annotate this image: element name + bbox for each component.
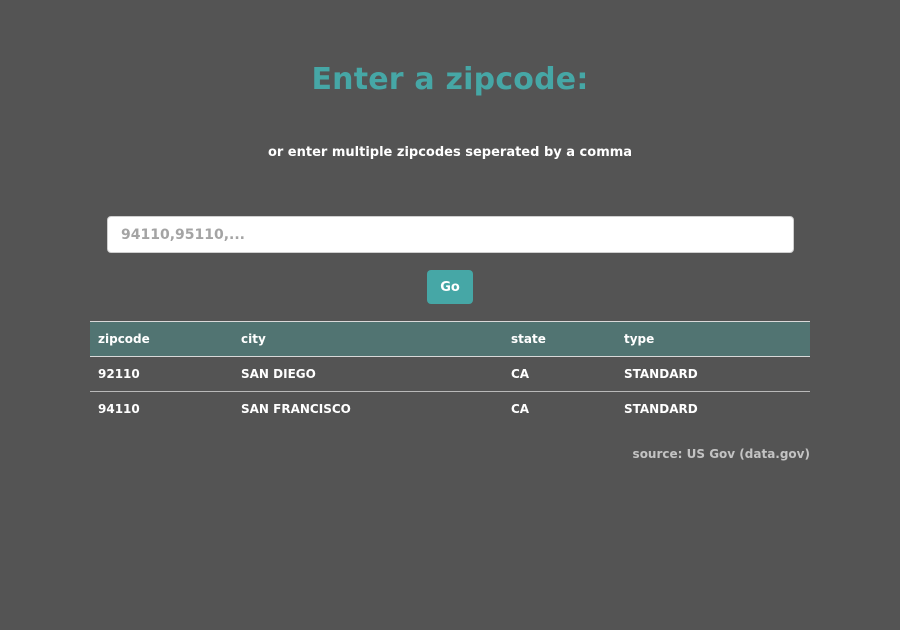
source-note: source: US Gov (data.gov) bbox=[632, 447, 810, 461]
cell-city: SAN DIEGO bbox=[241, 367, 316, 381]
cell-type: STANDARD bbox=[624, 367, 698, 381]
zipcode-input[interactable] bbox=[107, 216, 794, 253]
cell-zipcode: 94110 bbox=[98, 402, 140, 417]
table-row: 94110 SAN FRANCISCO CA STANDARD bbox=[90, 391, 810, 427]
cell-zipcode: 92110 bbox=[98, 367, 140, 381]
cell-state: CA bbox=[511, 402, 530, 417]
table-header-row: zipcode city state type bbox=[90, 321, 810, 357]
table-row: 92110 SAN DIEGO CA STANDARD bbox=[90, 357, 810, 392]
header-zipcode: zipcode bbox=[98, 332, 150, 346]
zipcode-lookup-page: Enter a zipcode: or enter multiple zipco… bbox=[0, 0, 900, 630]
header-type: type bbox=[624, 332, 655, 346]
page-title: Enter a zipcode: bbox=[311, 62, 589, 97]
cell-type: STANDARD bbox=[624, 402, 698, 417]
header-city: city bbox=[241, 332, 266, 346]
results-table: zipcode city state type 92110 SAN DIEGO … bbox=[90, 321, 810, 427]
header-state: state bbox=[511, 332, 546, 346]
go-button[interactable]: Go bbox=[427, 270, 473, 304]
cell-state: CA bbox=[511, 367, 530, 381]
page-subtitle: or enter multiple zipcodes seperated by … bbox=[267, 145, 633, 160]
cell-city: SAN FRANCISCO bbox=[241, 402, 351, 417]
